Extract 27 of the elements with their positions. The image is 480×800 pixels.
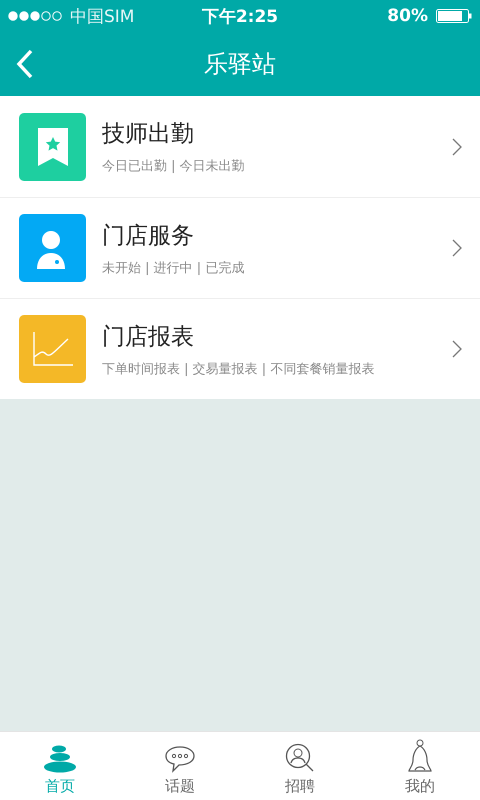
tab[interactable]: 话题 [120, 732, 240, 800]
clock-time: 下午2:25 [202, 6, 278, 28]
line-chart-icon [32, 331, 74, 367]
person-search-icon [284, 743, 316, 773]
bookmark-star-icon [38, 128, 68, 166]
menu-item-title: 门店报表 [102, 322, 195, 352]
battery-percent: 80% [387, 6, 428, 26]
menu-item-title: 门店服务 [102, 222, 195, 250]
page-title: 乐驿站 [204, 49, 276, 80]
menu-item[interactable]: 技师出勤 今日已出勤 | 今日未出勤 [0, 96, 480, 197]
signal-icon [8, 11, 64, 21]
menu-item-subtitle: 下单时间报表 | 交易量报表 | 不同套餐销量报表 [102, 360, 376, 378]
menu-item[interactable]: 门店报表 下单时间报表 | 交易量报表 | 不同套餐销量报表 [0, 298, 480, 399]
tab[interactable]: 我的 [360, 732, 480, 800]
chevron-right-icon [452, 138, 462, 156]
carrier-name: 中国SIM [70, 6, 134, 28]
chevron-right-icon [452, 239, 462, 257]
menu-item-title: 技师出勤 [102, 120, 195, 149]
chevron-right-icon [452, 340, 462, 358]
speech-bubble-icon [164, 745, 196, 773]
tab[interactable]: 首页 [0, 732, 120, 800]
menu-item-subtitle: 今日已出勤 | 今日未出勤 [102, 158, 246, 175]
menu-item[interactable]: 门店服务 未开始 | 进行中 | 已完成 [0, 197, 480, 298]
menu-item-subtitle: 未开始 | 进行中 | 已完成 [102, 260, 246, 276]
stones-icon [43, 745, 77, 773]
battery-icon [436, 9, 472, 23]
tab[interactable]: 招聘 [240, 732, 360, 800]
